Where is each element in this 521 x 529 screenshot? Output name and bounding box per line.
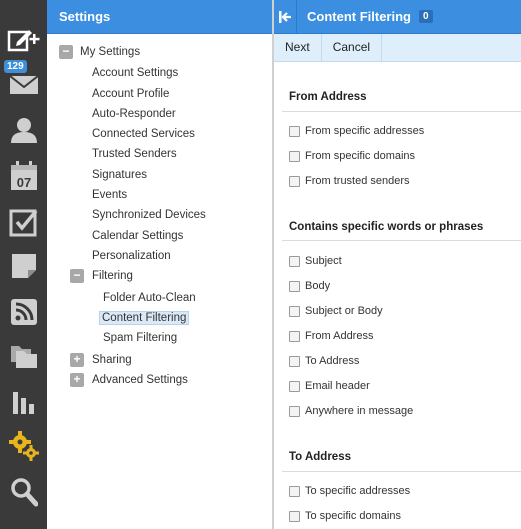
- checkbox[interactable]: [289, 405, 300, 417]
- tree-item-folder-auto-clean[interactable]: Folder Auto-Clean: [103, 289, 196, 307]
- settings-panel: Settings − My Settings Account Settings …: [47, 0, 272, 529]
- option-email-header[interactable]: Email header: [289, 378, 370, 394]
- settings-header: Settings: [47, 0, 272, 34]
- mail-badge: 129: [4, 60, 27, 73]
- rss-button[interactable]: [0, 290, 47, 334]
- content-filtering-panel: Content Filtering 0 Next Cancel From Add…: [274, 0, 521, 529]
- section-divider: [282, 471, 521, 472]
- checkbox[interactable]: [289, 125, 300, 137]
- option-from-specific-domains[interactable]: From specific domains: [289, 148, 415, 164]
- calendar-icon: 07: [10, 161, 37, 190]
- tree-label: Sharing: [92, 354, 132, 366]
- section-title-from-address: From Address: [289, 91, 367, 103]
- tasks-icon: [9, 209, 37, 237]
- checkbox[interactable]: [289, 485, 300, 497]
- mail-button[interactable]: 129: [0, 60, 47, 106]
- compose-icon: [7, 30, 39, 52]
- contacts-icon: [10, 118, 37, 143]
- checkbox[interactable]: [289, 255, 300, 267]
- contacts-button[interactable]: [0, 108, 47, 152]
- option-anywhere-in-message[interactable]: Anywhere in message: [289, 403, 413, 419]
- tree-item-spam-filtering[interactable]: Spam Filtering: [103, 329, 177, 347]
- files-button[interactable]: [0, 334, 47, 378]
- checkbox[interactable]: [289, 305, 300, 317]
- checkbox[interactable]: [289, 510, 300, 522]
- tasks-button[interactable]: [0, 200, 47, 244]
- expand-icon[interactable]: +: [70, 353, 84, 367]
- tree-item-content-filtering[interactable]: Content Filtering: [99, 309, 190, 327]
- count-badge: 0: [419, 10, 433, 23]
- option-from-address[interactable]: From Address: [289, 328, 373, 344]
- expand-icon[interactable]: +: [70, 373, 84, 387]
- arrow-left-bar-icon: [279, 10, 291, 23]
- tree-item-personalization[interactable]: Personalization: [92, 247, 171, 265]
- compose-button[interactable]: [0, 18, 47, 62]
- section-title-to-address: To Address: [289, 451, 351, 463]
- mail-icon: [8, 75, 39, 94]
- content-title: Content Filtering: [307, 9, 411, 24]
- option-subject-or-body[interactable]: Subject or Body: [289, 303, 383, 319]
- option-to-specific-addresses[interactable]: To specific addresses: [289, 483, 410, 499]
- collapse-icon[interactable]: −: [70, 269, 84, 283]
- settings-title: Settings: [59, 9, 111, 24]
- option-from-specific-addresses[interactable]: From specific addresses: [289, 123, 424, 139]
- tree-item-signatures[interactable]: Signatures: [92, 166, 147, 184]
- reports-icon: [12, 392, 34, 414]
- tree-item-calendar-settings[interactable]: Calendar Settings: [92, 227, 183, 245]
- checkbox[interactable]: [289, 280, 300, 292]
- tree-label: Filtering: [92, 270, 133, 282]
- section-divider: [282, 240, 521, 241]
- section-divider: [282, 111, 521, 112]
- checkbox[interactable]: [289, 150, 300, 162]
- files-icon: [10, 346, 37, 368]
- reports-button[interactable]: [0, 380, 47, 424]
- tree-item-trusted-senders[interactable]: Trusted Senders: [92, 145, 177, 163]
- notes-icon: [11, 254, 36, 278]
- content-toolbar: Next Cancel: [274, 34, 521, 62]
- checkbox[interactable]: [289, 330, 300, 342]
- checkbox[interactable]: [289, 175, 300, 187]
- notes-button[interactable]: [0, 244, 47, 288]
- rss-icon: [10, 299, 37, 325]
- content-header: Content Filtering 0: [274, 0, 521, 34]
- tree-item-account-settings[interactable]: Account Settings: [92, 64, 178, 82]
- settings-button[interactable]: [0, 424, 47, 468]
- settings-icon: [8, 431, 39, 461]
- tree-label: Advanced Settings: [92, 374, 188, 386]
- option-to-address[interactable]: To Address: [289, 353, 359, 369]
- search-icon: [10, 478, 38, 507]
- search-button[interactable]: [0, 470, 47, 514]
- option-to-specific-domains[interactable]: To specific domains: [289, 508, 401, 524]
- collapse-icon[interactable]: −: [59, 45, 73, 59]
- app-rail: 129 07: [0, 0, 47, 529]
- checkbox[interactable]: [289, 355, 300, 367]
- option-body[interactable]: Body: [289, 278, 330, 294]
- option-from-trusted-senders[interactable]: From trusted senders: [289, 173, 410, 189]
- tree-item-synchronized-devices[interactable]: Synchronized Devices: [92, 206, 206, 224]
- next-button[interactable]: Next: [274, 34, 322, 61]
- option-subject[interactable]: Subject: [289, 253, 342, 269]
- cancel-button[interactable]: Cancel: [322, 34, 383, 61]
- tree-label: My Settings: [80, 46, 141, 58]
- calendar-button[interactable]: 07: [0, 154, 47, 198]
- checkbox[interactable]: [289, 380, 300, 392]
- tree-item-events[interactable]: Events: [92, 186, 127, 204]
- tree-item-connected-services[interactable]: Connected Services: [92, 125, 195, 143]
- collapse-panel-button[interactable]: [274, 0, 297, 34]
- tree-item-account-profile[interactable]: Account Profile: [92, 85, 169, 103]
- calendar-day: 07: [16, 175, 30, 190]
- tree-item-auto-responder[interactable]: Auto-Responder: [92, 105, 176, 123]
- section-title-contains-words: Contains specific words or phrases: [289, 221, 484, 233]
